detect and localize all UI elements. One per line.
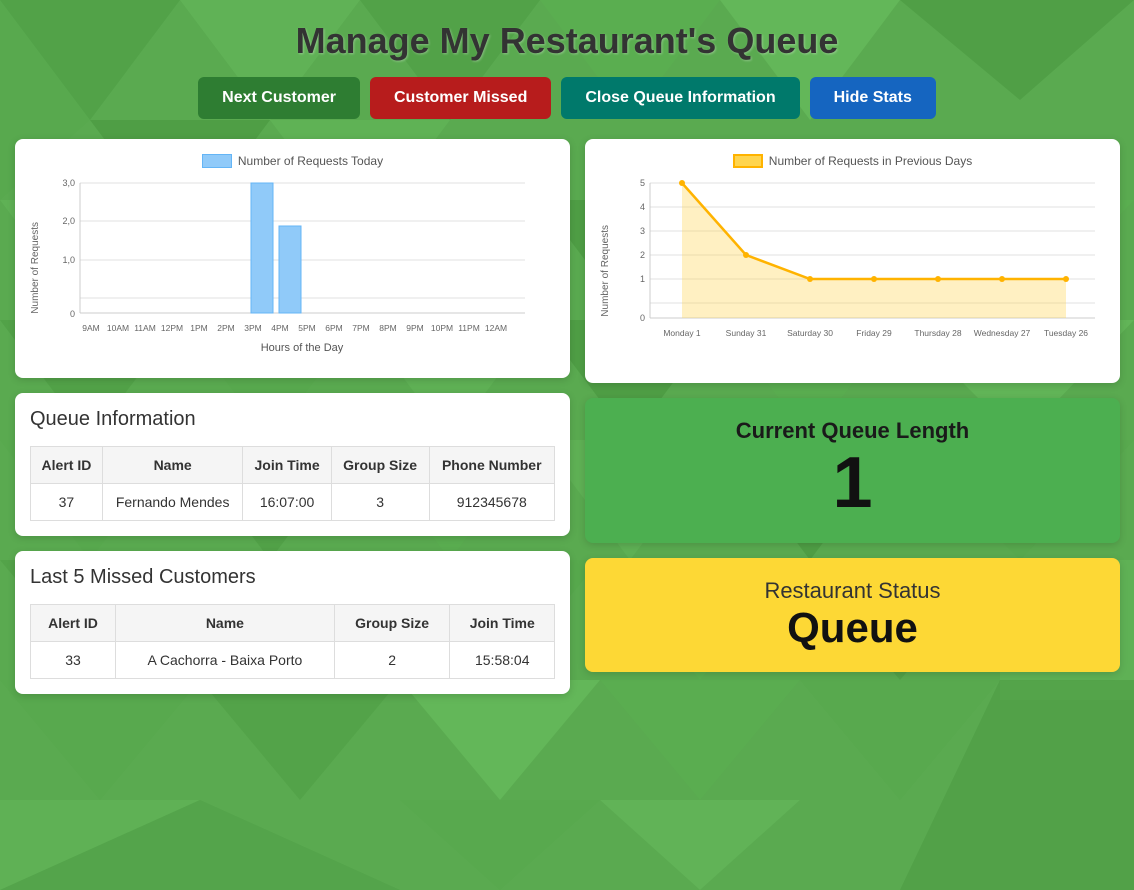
svg-text:3PM: 3PM [244,323,261,333]
today-chart-card: Number of Requests Today Number of Reque… [15,139,570,378]
svg-text:4: 4 [640,202,645,212]
svg-text:11AM: 11AM [134,323,156,333]
col-alert-id: Alert ID [31,447,103,484]
svg-text:Tuesday 26: Tuesday 26 [1044,328,1088,338]
svg-text:8PM: 8PM [379,323,396,333]
queue-length-card: Current Queue Length 1 [585,398,1120,543]
svg-text:Thursday 28: Thursday 28 [914,328,962,338]
left-column: Number of Requests Today Number of Reque… [15,139,570,694]
col-phone: Phone Number [429,447,554,484]
col-group-size: Group Size [331,447,429,484]
queue-info-card: Queue Information Alert ID Name Join Tim… [15,393,570,536]
svg-text:12PM: 12PM [161,323,183,333]
svg-text:3,0: 3,0 [62,178,75,188]
table-row: 37 Fernando Mendes 16:07:00 3 912345678 [31,484,555,521]
prev-legend-box [733,154,763,168]
svg-text:5PM: 5PM [298,323,315,333]
queue-length-value: 1 [605,444,1100,523]
svg-text:Hours of the Day: Hours of the Day [261,342,344,354]
svg-text:10AM: 10AM [107,323,129,333]
main-content: Number of Requests Today Number of Reque… [0,139,1134,694]
queue-header-row: Alert ID Name Join Time Group Size Phone… [31,447,555,484]
missed-col-join-time: Join Time [450,605,555,642]
missed-customers-card: Last 5 Missed Customers Alert ID Name Gr… [15,551,570,694]
col-join-time: Join Time [243,447,331,484]
today-chart-legend: Number of Requests Today [30,154,555,168]
prev-y-label: Number of Requests [600,225,611,317]
status-title: Restaurant Status [605,578,1100,604]
today-chart-wrap: Number of Requests 3,0 2,0 1,0 0 [30,173,555,363]
status-value: Queue [605,604,1100,652]
prev-chart-legend: Number of Requests in Previous Days [600,154,1105,168]
svg-text:2,0: 2,0 [62,216,75,226]
prev-chart-wrap: Number of Requests 5 4 3 [600,173,1105,368]
today-y-label: Number of Requests [30,222,41,314]
svg-text:9PM: 9PM [406,323,423,333]
col-name: Name [102,447,243,484]
missed-col-name: Name [116,605,335,642]
svg-text:5: 5 [640,178,645,188]
page-title: Manage My Restaurant's Queue [0,0,1134,77]
svg-text:1PM: 1PM [190,323,207,333]
svg-text:7PM: 7PM [352,323,369,333]
cell-phone: 912345678 [429,484,554,521]
close-queue-button[interactable]: Close Queue Information [561,77,799,119]
cell-alert-id: 33 [31,642,116,679]
svg-text:0: 0 [70,309,75,319]
missed-col-group-size: Group Size [334,605,450,642]
prev-legend-label: Number of Requests in Previous Days [769,154,972,168]
svg-text:6PM: 6PM [325,323,342,333]
svg-text:10PM: 10PM [431,323,453,333]
svg-text:Wednesday 27: Wednesday 27 [974,328,1031,338]
svg-text:Monday 1: Monday 1 [663,328,701,338]
hide-stats-button[interactable]: Hide Stats [810,77,936,119]
restaurant-status-card: Restaurant Status Queue [585,558,1120,672]
svg-text:2PM: 2PM [217,323,234,333]
action-buttons: Next Customer Customer Missed Close Queu… [0,77,1134,139]
cell-join-time: 16:07:00 [243,484,331,521]
missed-col-alert-id: Alert ID [31,605,116,642]
missed-title: Last 5 Missed Customers [30,566,555,589]
svg-text:Saturday 30: Saturday 30 [787,328,833,338]
table-row: 33 A Cachorra - Baixa Porto 2 15:58:04 [31,642,555,679]
cell-group-size: 3 [331,484,429,521]
svg-text:3: 3 [640,226,645,236]
cell-name: Fernando Mendes [102,484,243,521]
prev-chart-card: Number of Requests in Previous Days Numb… [585,139,1120,383]
cell-alert-id: 37 [31,484,103,521]
right-column: Number of Requests in Previous Days Numb… [585,139,1120,694]
svg-text:Friday 29: Friday 29 [856,328,892,338]
prev-chart-svg: 5 4 3 2 1 0 [615,173,1105,368]
queue-info-table: Alert ID Name Join Time Group Size Phone… [30,446,555,521]
missed-table: Alert ID Name Group Size Join Time 33 A … [30,604,555,679]
cell-name: A Cachorra - Baixa Porto [116,642,335,679]
svg-text:Sunday 31: Sunday 31 [726,328,767,338]
svg-text:1,0: 1,0 [62,255,75,265]
svg-text:1: 1 [640,274,645,284]
queue-length-title: Current Queue Length [605,418,1100,444]
cell-group-size: 2 [334,642,450,679]
svg-text:2: 2 [640,250,645,260]
svg-text:9AM: 9AM [82,323,99,333]
customer-missed-button[interactable]: Customer Missed [370,77,551,119]
missed-header-row: Alert ID Name Group Size Join Time [31,605,555,642]
cell-join-time: 15:58:04 [450,642,555,679]
next-customer-button[interactable]: Next Customer [198,77,360,119]
today-chart-svg: 3,0 2,0 1,0 0 9AM 10AM 11AM 12PM [45,173,535,363]
svg-text:4PM: 4PM [271,323,288,333]
svg-text:11PM: 11PM [458,323,480,333]
queue-info-title: Queue Information [30,408,555,431]
svg-text:12AM: 12AM [485,323,507,333]
svg-text:0: 0 [640,313,645,323]
today-legend-box [202,154,232,168]
today-legend-label: Number of Requests Today [238,154,383,168]
